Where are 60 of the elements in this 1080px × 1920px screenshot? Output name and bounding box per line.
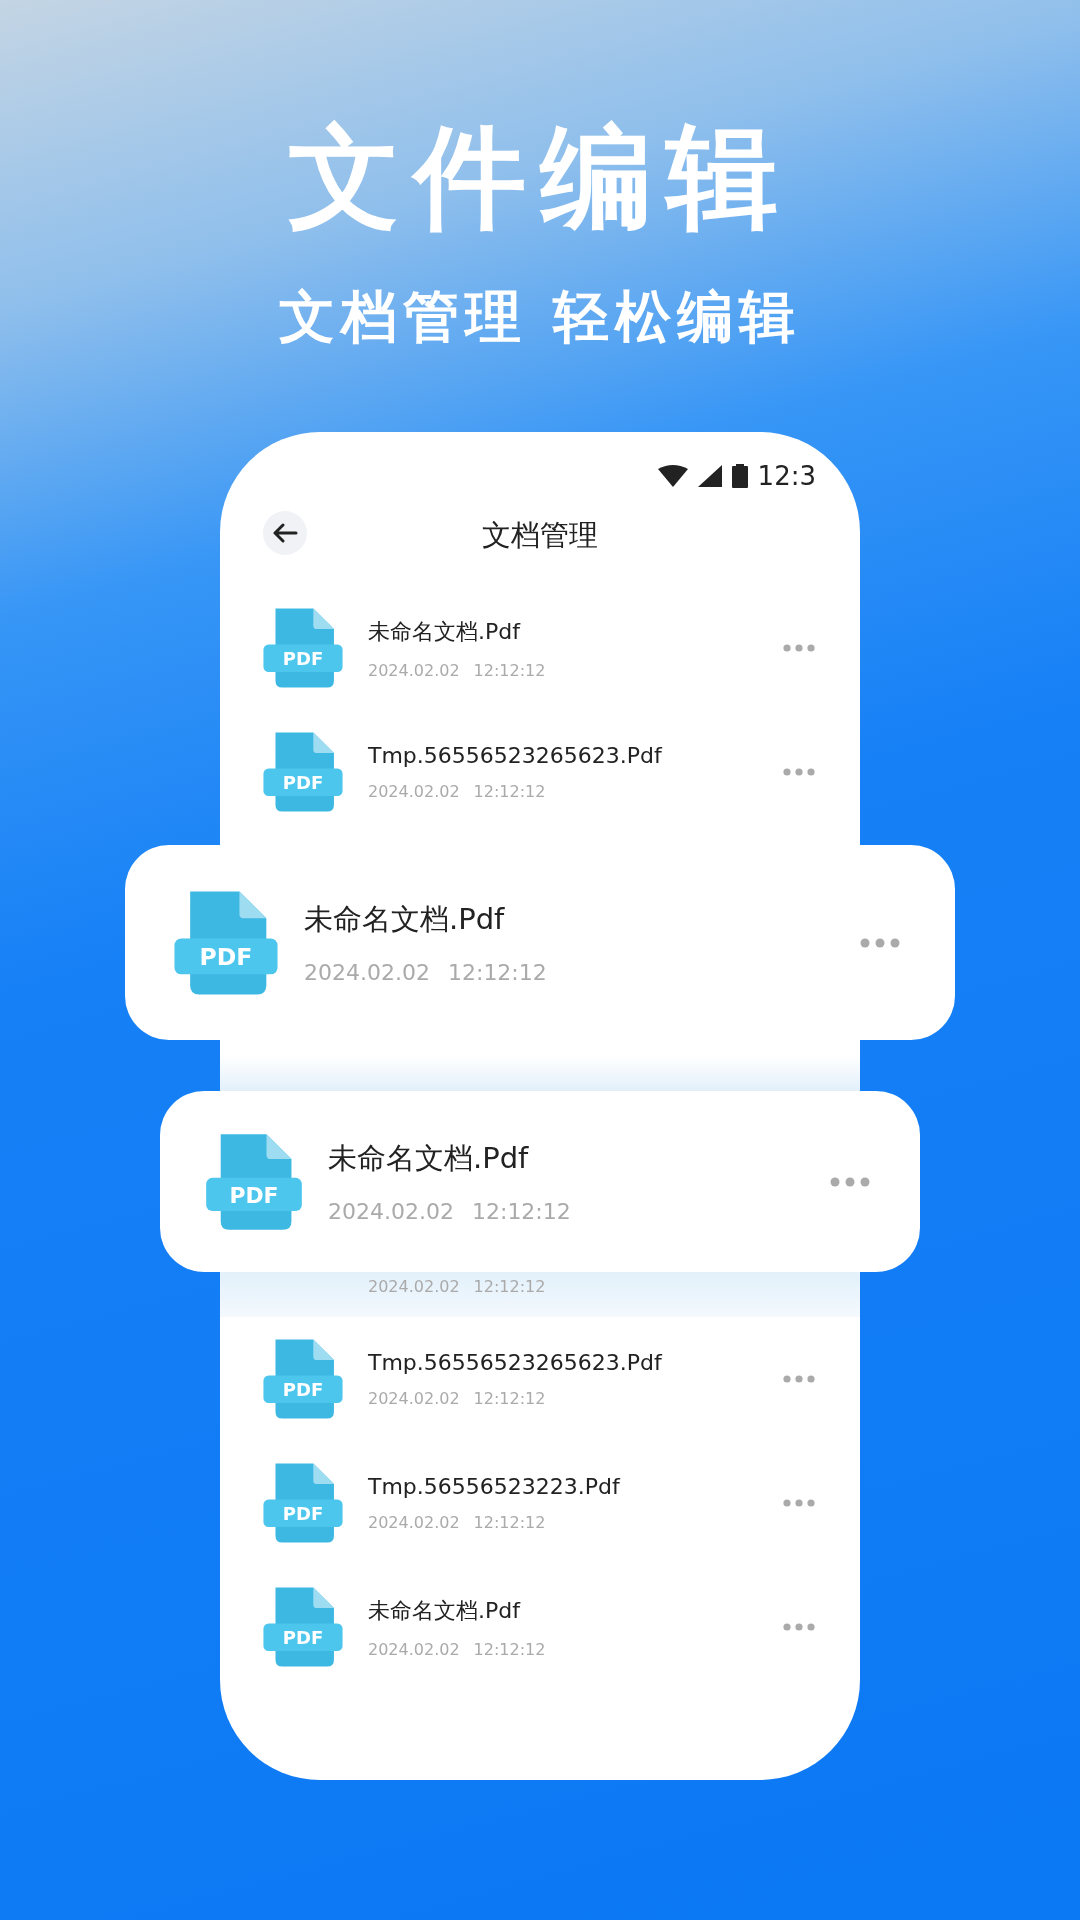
status-time: 12:3	[757, 461, 816, 491]
page-corner-icon	[313, 1587, 334, 1609]
more-icon[interactable]	[830, 1176, 870, 1187]
back-button[interactable]	[263, 511, 307, 555]
file-date: 2024.02.02	[368, 1513, 460, 1532]
file-card[interactable]: PDF 未命名文档.Pdf 2024.02.02 12:12:12	[125, 845, 955, 1040]
file-name: Tmp.56556523265623.Pdf	[368, 743, 664, 768]
more-icon[interactable]	[783, 1623, 815, 1631]
more-icon[interactable]	[783, 1499, 815, 1507]
icon-label: PDF	[229, 1182, 279, 1208]
file-card[interactable]: PDF 未命名文档.Pdf 2024.02.02 12:12:12	[160, 1091, 920, 1272]
file-item[interactable]: PDF Tmp.56556523265623.Pdf 2024.02.02 12:12:12	[220, 710, 860, 834]
file-name: 未命名文档.Pdf	[368, 617, 522, 646]
file-date: 2024.02.02	[368, 782, 460, 801]
tagline: 文档管理 轻松编辑	[279, 283, 801, 351]
file-item[interactable]: PDF 未命名文档.Pdf 2024.02.02 12:12:12	[220, 586, 860, 710]
more-icon[interactable]	[783, 644, 815, 652]
icon-label: PDF	[282, 648, 324, 670]
file-name: 未命名文档.Pdf	[328, 1140, 530, 1177]
page-corner-icon	[313, 732, 334, 754]
page-corner-icon	[313, 1339, 334, 1361]
more-icon[interactable]	[783, 1375, 815, 1383]
file-time: 12:12:12	[473, 660, 546, 680]
headline: 文件编辑	[288, 112, 792, 242]
file-date: 2024.02.02	[368, 1389, 460, 1408]
signal-icon	[697, 465, 722, 487]
file-date: 2024.02.02	[304, 960, 430, 985]
icon-label: PDF	[282, 1379, 324, 1401]
file-date: 2024.02.02	[368, 660, 460, 680]
icon-label: PDF	[282, 1627, 324, 1649]
file-time: 12:12:12	[473, 1389, 546, 1408]
file-name: 未命名文档.Pdf	[368, 1596, 522, 1625]
page-corner-icon	[239, 891, 267, 918]
page-corner-icon	[266, 1133, 292, 1159]
file-date: 2024.02.02	[368, 1277, 460, 1296]
page-corner-icon	[313, 608, 334, 630]
file-item[interactable]: PDF Tmp.56556523265623.Pdf 2024.02.02 12:12:12	[220, 1317, 860, 1441]
file-time: 12:12:12	[473, 1277, 546, 1296]
file-item[interactable]: PDF Tmp.56556523223.Pdf 2024.02.02 12:12:12	[220, 1441, 860, 1565]
back-arrow-icon	[272, 523, 298, 543]
file-item[interactable]: PDF 未命名文档.Pdf 2024.02.02 12:12:12	[220, 1565, 860, 1689]
icon-label: PDF	[282, 1503, 324, 1525]
file-time: 12:12:12	[473, 782, 546, 801]
file-date: 2024.02.02	[328, 1199, 454, 1224]
file-time: 12:12:12	[471, 1199, 571, 1224]
file-name: Tmp.56556523223.Pdf	[368, 1474, 622, 1499]
battery-icon	[731, 464, 748, 488]
icon-label: PDF	[282, 772, 324, 794]
file-time: 12:12:12	[447, 960, 547, 985]
file-date: 2024.02.02	[368, 1639, 460, 1659]
more-icon[interactable]	[783, 768, 815, 776]
file-time: 12:12:12	[473, 1639, 546, 1659]
file-name: Tmp.56556523265623.Pdf	[368, 1350, 664, 1375]
wifi-icon	[657, 465, 688, 487]
icon-label: PDF	[199, 942, 253, 971]
page-corner-icon	[313, 1463, 334, 1485]
file-time: 12:12:12	[473, 1513, 546, 1532]
page-title: 文档管理	[482, 517, 598, 554]
file-name: 未命名文档.Pdf	[304, 901, 506, 938]
more-icon[interactable]	[860, 937, 900, 948]
